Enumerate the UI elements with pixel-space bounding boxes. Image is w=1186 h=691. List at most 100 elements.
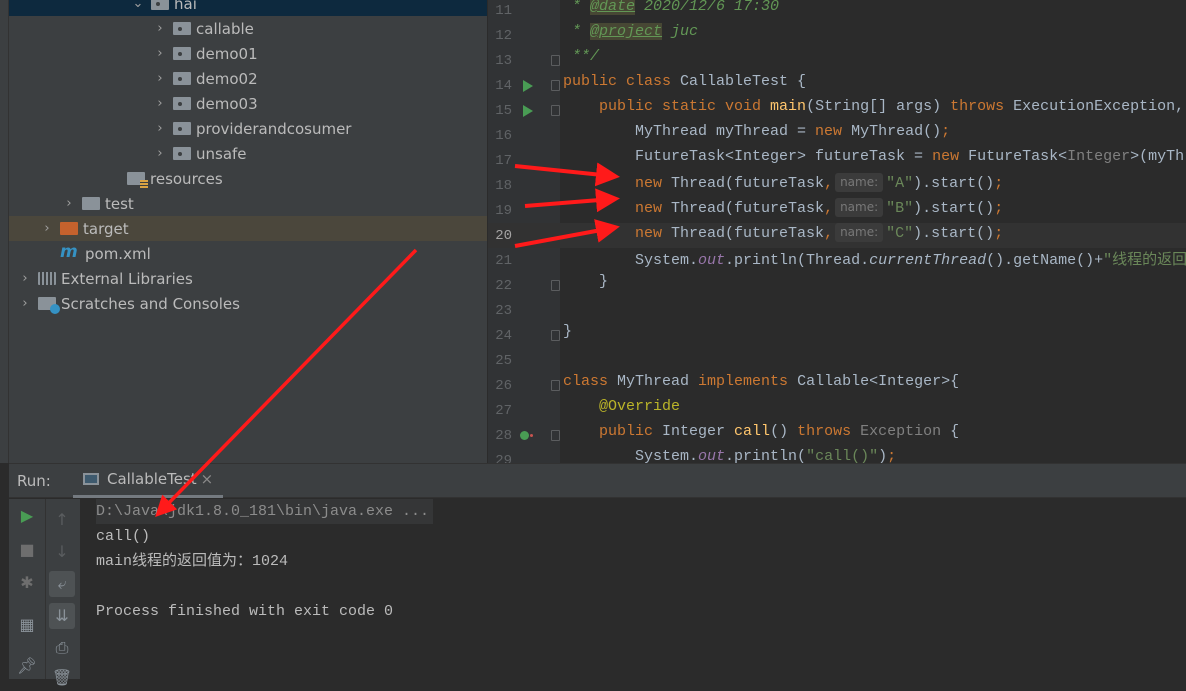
line-number: 15 <box>495 103 512 119</box>
run-gutter-icon[interactable] <box>523 105 533 117</box>
tree-item-label: resources <box>150 169 223 188</box>
pin-icon[interactable]: 📌︎ <box>14 653 40 679</box>
trash-icon[interactable]: 🗑︎ <box>49 665 75 691</box>
code-token: ; <box>994 200 1004 217</box>
line-number: 22 <box>495 278 512 294</box>
chevron-icon[interactable]: › <box>153 21 167 36</box>
code-token: throws <box>797 423 861 440</box>
console-exit-line: Process finished with exit code 0 <box>96 603 394 620</box>
chevron-icon[interactable]: › <box>153 96 167 111</box>
code-token: ).start() <box>913 175 995 192</box>
print-icon[interactable]: ⎙ <box>49 635 75 661</box>
fold-icon[interactable] <box>551 280 560 291</box>
down-arrow-icon[interactable]: ↓ <box>49 539 75 565</box>
chevron-icon[interactable]: ⌄ <box>131 0 145 11</box>
code-token: 2020/12/6 17:30 <box>635 0 780 15</box>
code-token: ) <box>878 448 888 463</box>
code-token: .println( <box>725 448 807 463</box>
line-number: 12 <box>495 28 512 44</box>
code-token: public static void <box>563 98 771 115</box>
tree-item-label: providerandcosumer <box>196 119 352 138</box>
code-token: System. <box>563 448 699 463</box>
scroll-to-end-button[interactable]: ⇊ <box>49 603 75 629</box>
folder-icon <box>173 122 191 135</box>
editor-gutter: 11 12 13 14 15 16 17 18 19 20 21 22 23 24 25 26 27 28 29 <box>487 0 584 469</box>
stop-button[interactable]: ■ <box>14 537 40 563</box>
tree-item-resources[interactable]: resources <box>9 166 487 191</box>
run-gutter-icon[interactable] <box>523 80 533 92</box>
chevron-icon[interactable]: › <box>153 121 167 136</box>
code-token: **/ <box>563 48 600 65</box>
code-token: () <box>770 423 798 440</box>
tree-item-callable[interactable]: › callable <box>9 16 487 41</box>
code-token: } <box>563 273 609 290</box>
fold-icon[interactable] <box>551 380 560 391</box>
code-token: new <box>932 148 969 165</box>
line-number: 27 <box>495 403 512 419</box>
tree-item-external-libraries[interactable]: › External Libraries <box>9 266 487 291</box>
chevron-icon[interactable]: › <box>40 221 54 236</box>
folder-icon <box>82 197 100 210</box>
code-token: public class <box>563 73 681 90</box>
soft-wrap-button[interactable]: ⤶ <box>49 571 75 597</box>
code-token: MyThread() <box>851 123 942 140</box>
code-token: Integer <box>1067 148 1131 165</box>
code-token: Thread(futureTask <box>671 175 825 192</box>
run-tab-callabletest[interactable]: CallableTest × <box>73 464 224 498</box>
code-token: >(myThread); <box>1130 148 1186 165</box>
code-line: } <box>563 323 572 348</box>
code-token: ; <box>887 448 897 463</box>
chevron-icon[interactable]: › <box>18 271 32 286</box>
chevron-icon[interactable]: › <box>18 296 32 311</box>
tree-item-scratches-and-consoles[interactable]: › Scratches and Consoles <box>9 291 487 316</box>
tree-item-label: demo03 <box>196 94 258 113</box>
code-token: ExecutionException, <box>1013 98 1185 115</box>
fold-icon[interactable] <box>551 55 560 66</box>
console-output[interactable]: D:\Java\jdk1.8.0_181\bin\java.exe ... ca… <box>96 499 1186 679</box>
code-line: * @date 2020/12/6 17:30 <box>563 0 779 23</box>
tree-item-label: demo01 <box>196 44 258 63</box>
tree-item-hai[interactable]: ⌄ hai <box>9 0 487 16</box>
code-editor[interactable]: * @date 2020/12/6 17:30 * @project juc *… <box>560 0 1186 463</box>
code-token: CallableTest { <box>680 73 807 90</box>
tree-item-providerandcosumer[interactable]: › providerandcosumer <box>9 116 487 141</box>
fold-icon[interactable] <box>551 105 560 116</box>
code-token: "B" <box>886 200 914 217</box>
code-token: FutureTask<Integer> futureTask = <box>563 148 933 165</box>
close-tab-icon[interactable]: × <box>201 470 214 488</box>
code-line: * @project juc <box>563 23 698 48</box>
tree-item-label: target <box>83 219 129 238</box>
debug-rerun-icon[interactable]: ✱ <box>14 570 40 596</box>
code-line: public static void main(String[] args) t… <box>563 98 1184 123</box>
folder-icon <box>173 22 191 35</box>
implements-method-icon[interactable] <box>520 431 529 440</box>
fold-icon[interactable] <box>551 330 560 341</box>
code-token: "A" <box>886 175 914 192</box>
tree-item-target[interactable]: › target <box>9 216 487 241</box>
up-arrow-icon[interactable]: ↑ <box>49 507 75 533</box>
folder-icon <box>60 222 78 235</box>
tree-item-demo03[interactable]: › demo03 <box>9 91 487 116</box>
code-token: out <box>698 448 726 463</box>
tree-item-unsafe[interactable]: › unsafe <box>9 141 487 166</box>
fold-icon[interactable] <box>551 80 560 91</box>
tree-item-demo02[interactable]: › demo02 <box>9 66 487 91</box>
rerun-button[interactable]: ▶ <box>14 503 40 529</box>
layout-icon[interactable]: ▦ <box>14 612 40 638</box>
code-token: implements <box>698 373 798 390</box>
code-token: System. <box>563 252 699 269</box>
chevron-icon[interactable]: › <box>153 146 167 161</box>
tree-item-pom-xml[interactable]: m pom.xml <box>9 241 487 266</box>
tree-item-test[interactable]: › test <box>9 191 487 216</box>
chevron-icon[interactable]: › <box>153 71 167 86</box>
chevron-icon[interactable]: › <box>153 46 167 61</box>
folder-icon <box>151 0 169 10</box>
run-label: Run: <box>17 471 51 490</box>
code-line: class MyThread implements Callable<Integ… <box>563 373 959 398</box>
fold-icon[interactable] <box>551 430 560 441</box>
code-token: , <box>824 225 834 242</box>
code-token: out <box>698 252 726 269</box>
tree-item-demo01[interactable]: › demo01 <box>9 41 487 66</box>
code-token: FutureTask< <box>968 148 1068 165</box>
chevron-icon[interactable]: › <box>62 196 76 211</box>
